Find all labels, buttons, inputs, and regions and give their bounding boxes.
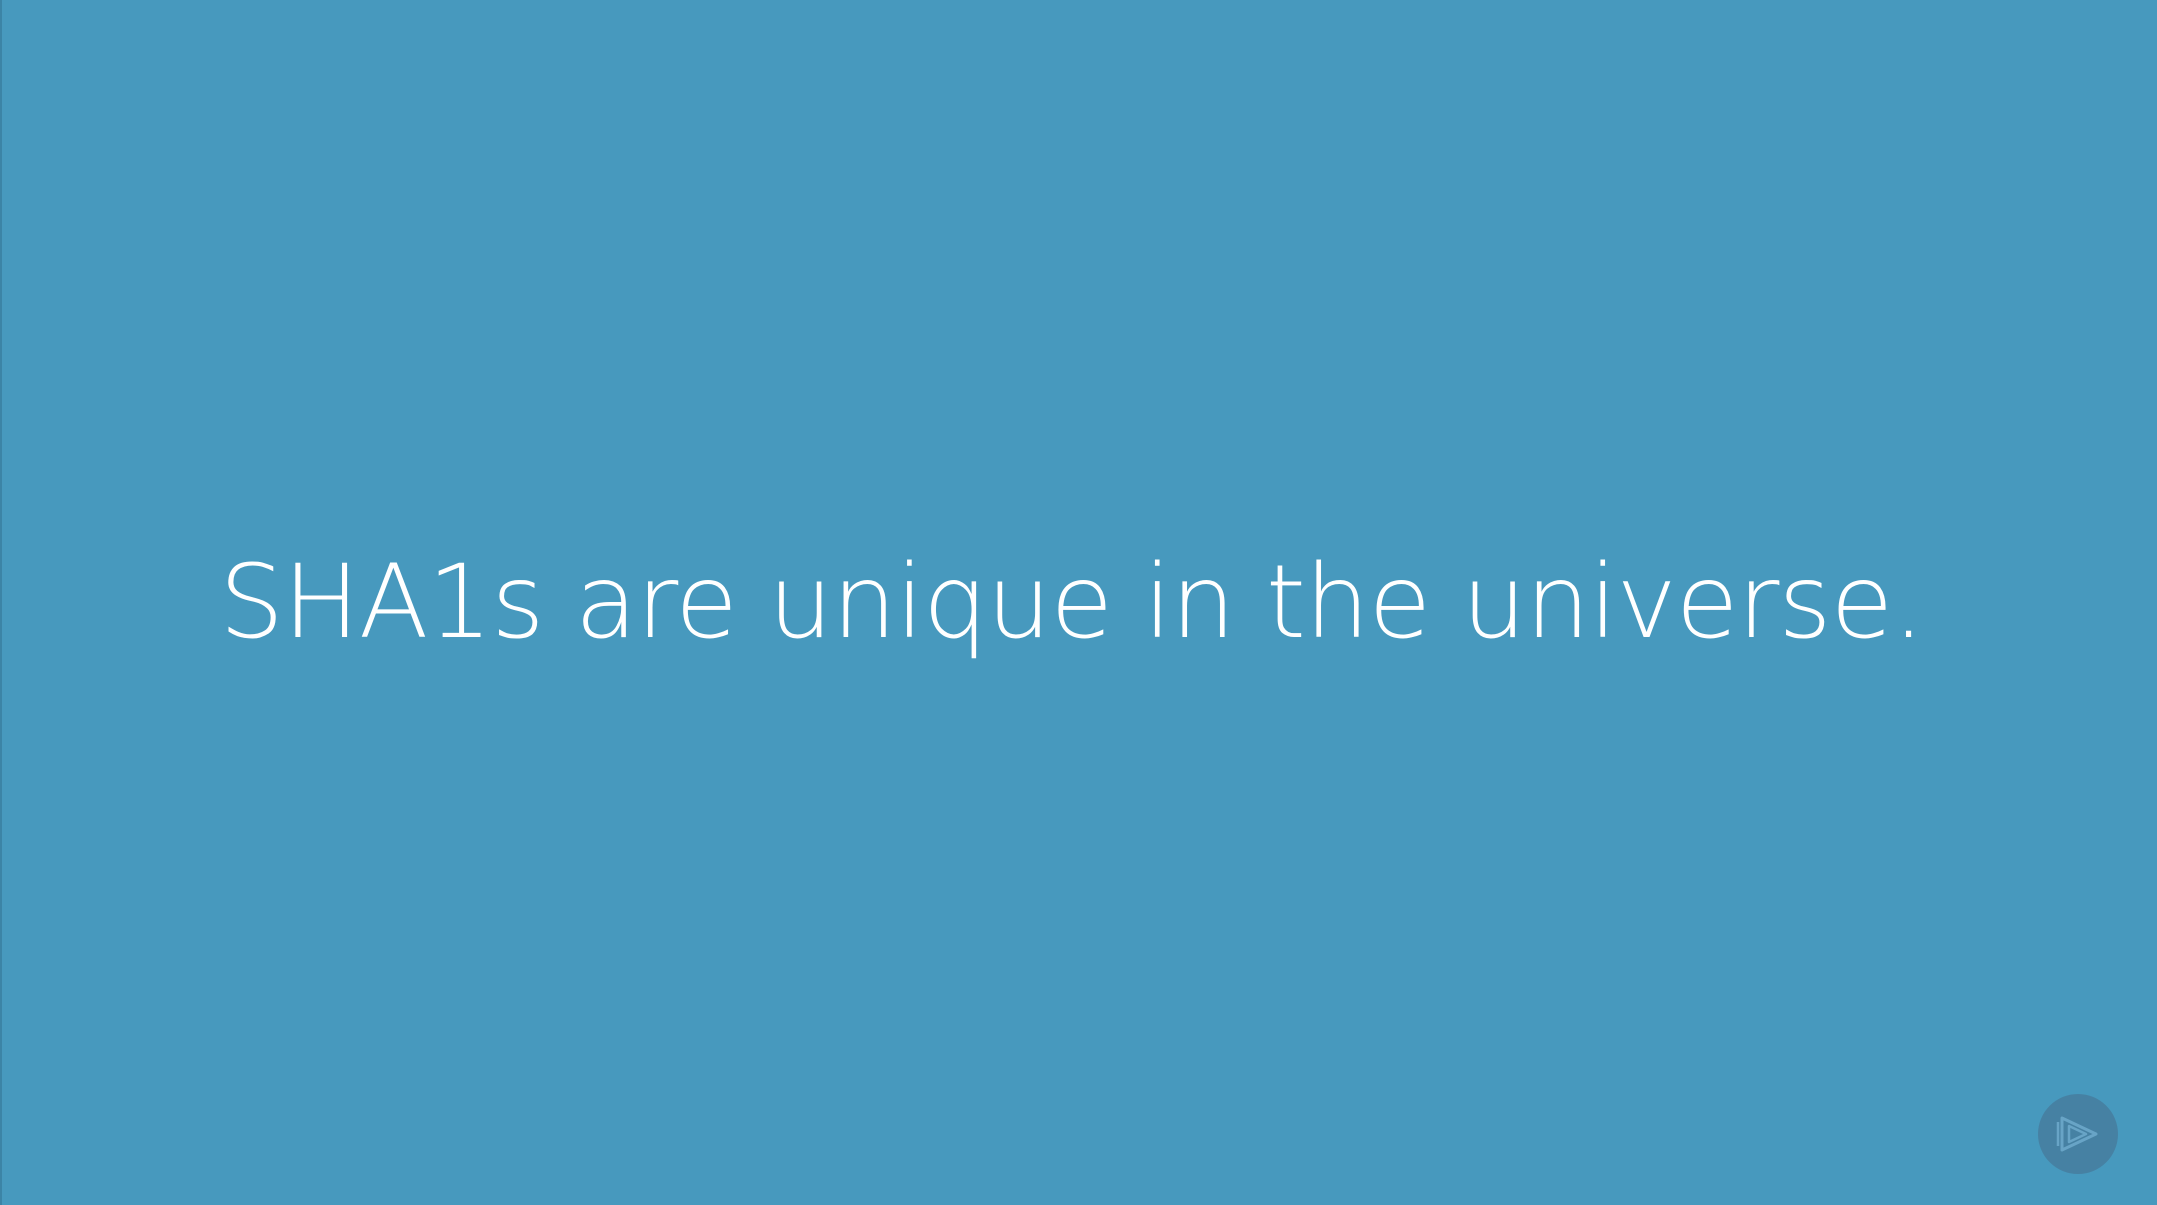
slide-statement: SHA1s are unique in the universe. — [219, 543, 1925, 662]
play-logo-icon — [2056, 1114, 2100, 1154]
player-logo-watermark — [2038, 1094, 2118, 1174]
slide-canvas: SHA1s are unique in the universe. — [0, 0, 2157, 1205]
